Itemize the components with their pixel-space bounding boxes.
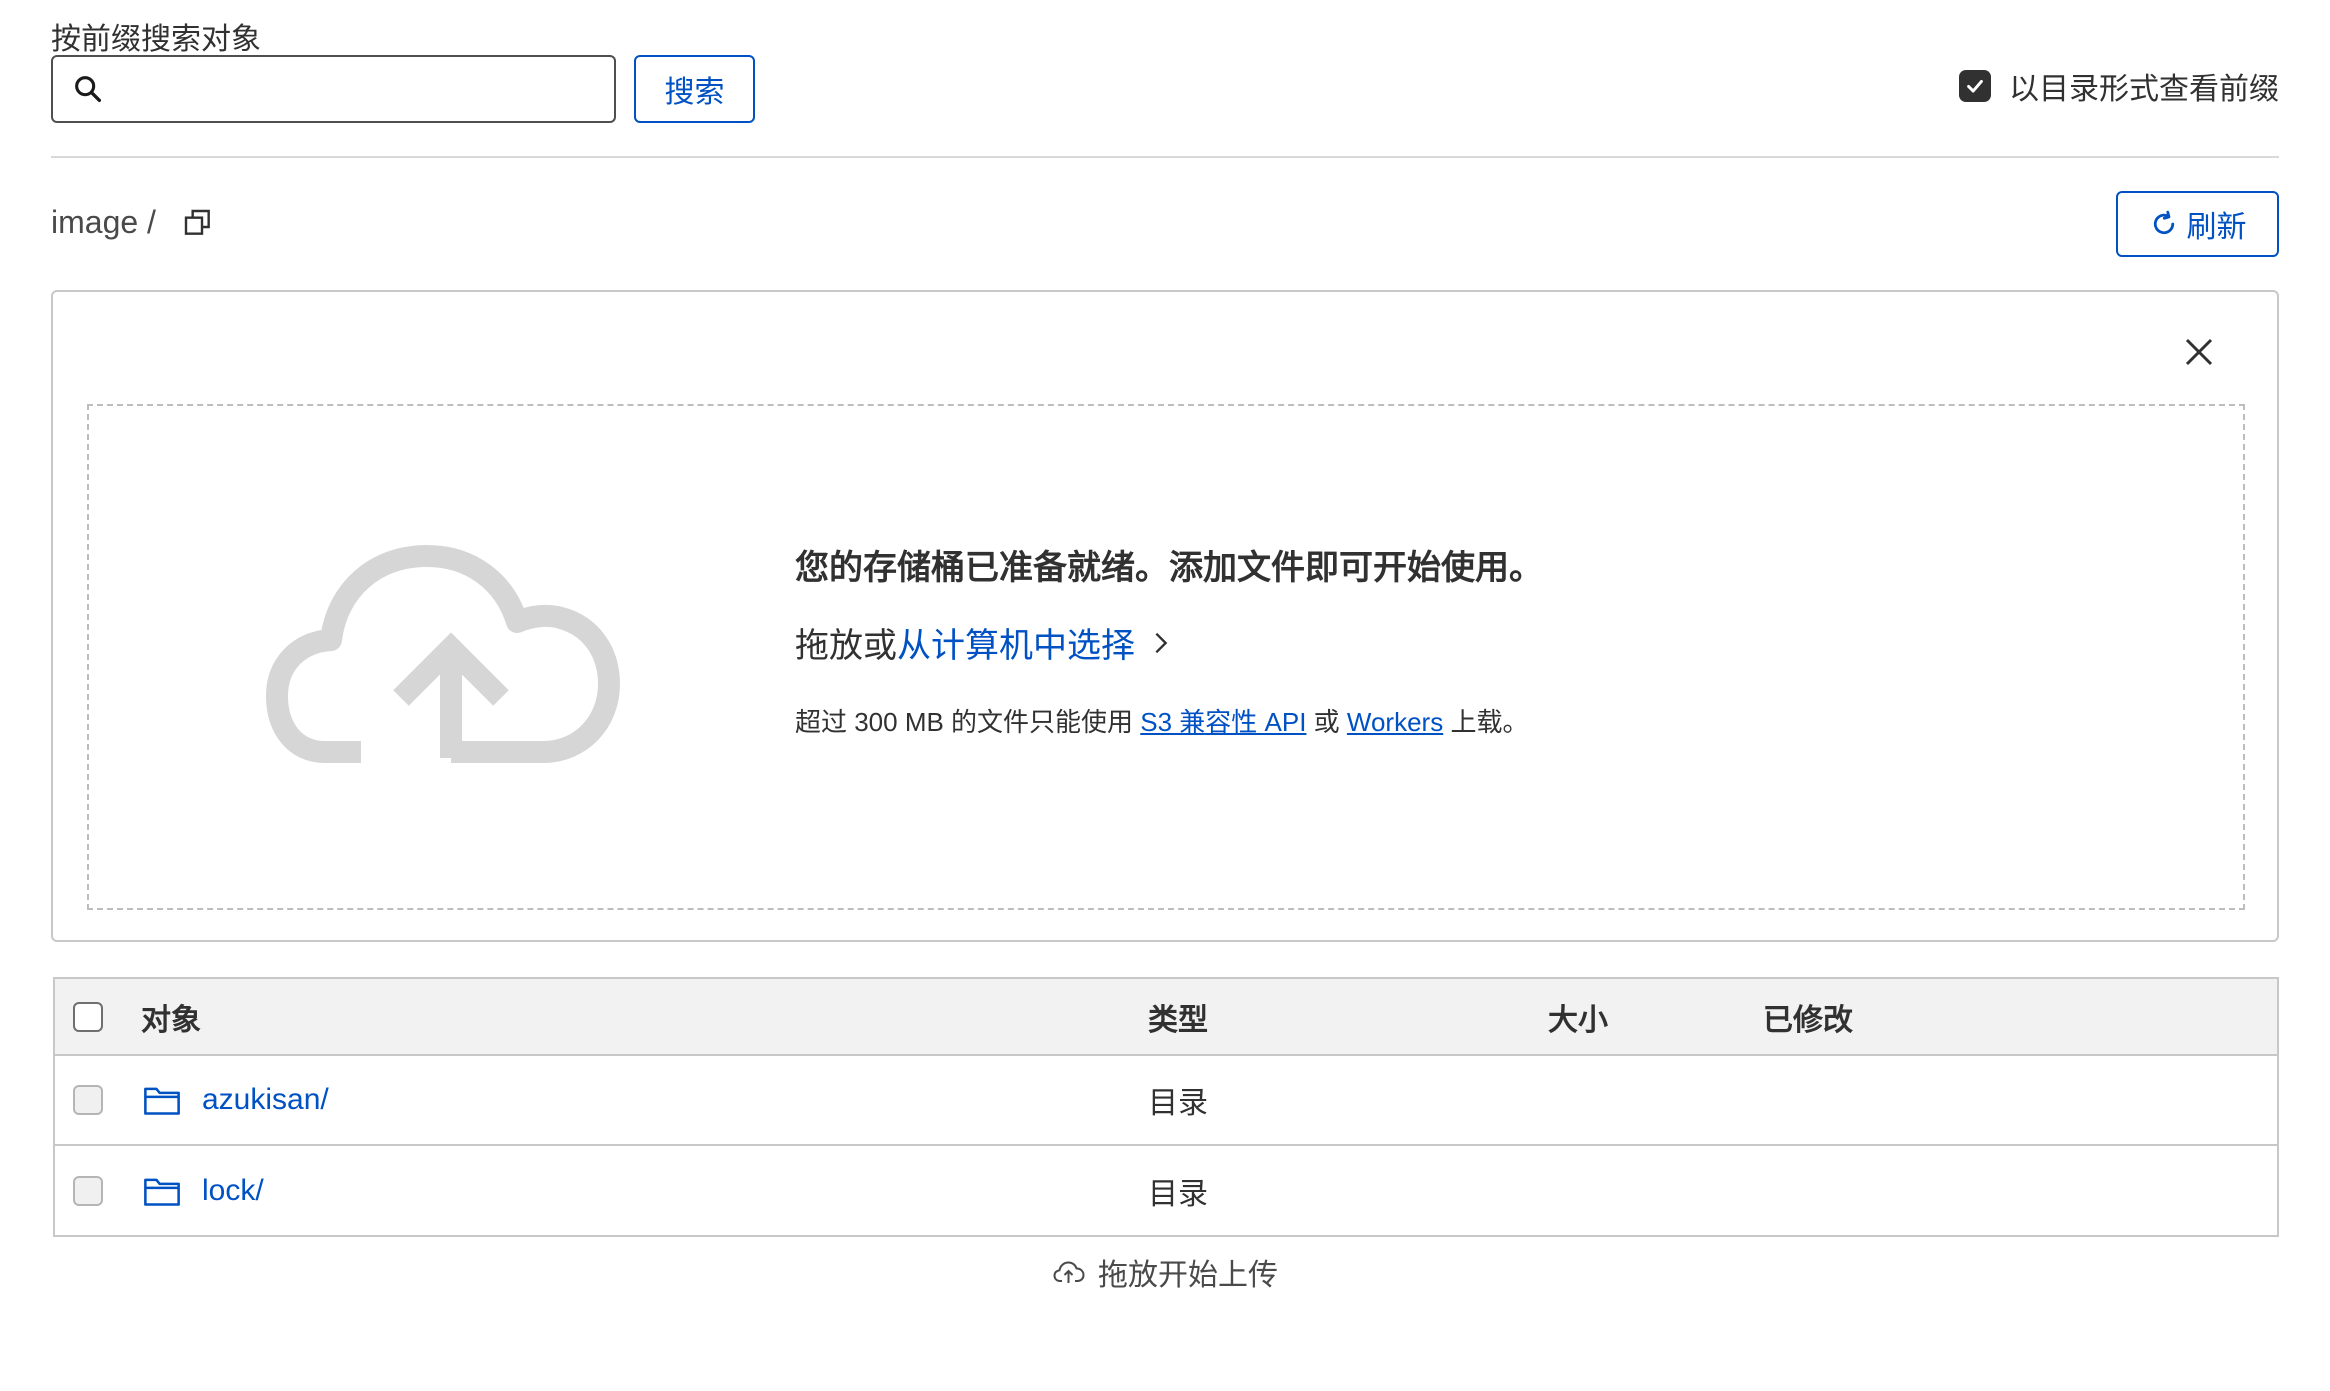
table-row: azukisan/ 目录 xyxy=(55,1056,2277,1146)
object-type: 目录 xyxy=(1148,1178,1208,1211)
table-row: lock/ 目录 xyxy=(55,1146,2277,1236)
header-type[interactable]: 类型 xyxy=(1148,979,1208,1054)
object-name-link[interactable]: azukisan/ xyxy=(202,1056,329,1144)
select-all-checkbox[interactable] xyxy=(73,1001,103,1032)
workers-link[interactable]: Workers xyxy=(1347,707,1443,737)
note-mid: 或 xyxy=(1306,707,1347,737)
divider xyxy=(51,156,2279,158)
note-suffix: 上载。 xyxy=(1443,707,1529,737)
drop-to-upload-hint: 拖放开始上传 xyxy=(0,1250,2330,1294)
folder-icon xyxy=(144,1178,180,1206)
header-size[interactable]: 大小 xyxy=(1548,979,1608,1054)
directory-view-toggle[interactable]: 以目录形式查看前缀 xyxy=(1959,64,2279,108)
directory-view-label: 以目录形式查看前缀 xyxy=(2009,73,2279,106)
refresh-label: 刷新 xyxy=(2186,211,2247,244)
note-prefix: 超过 300 MB 的文件只能使用 xyxy=(795,707,1141,737)
dropzone[interactable]: 您的存储桶已准备就绪。添加文件即可开始使用。 拖放或 从计算机中选择 超过 30… xyxy=(87,404,2245,910)
cloud-upload-icon xyxy=(266,545,620,763)
s3-api-link[interactable]: S3 兼容性 API xyxy=(1140,707,1306,737)
upload-panel: 您的存储桶已准备就绪。添加文件即可开始使用。 拖放或 从计算机中选择 超过 30… xyxy=(51,290,2279,942)
checkbox-checked-icon[interactable] xyxy=(1959,70,1991,102)
object-name-link[interactable]: lock/ xyxy=(202,1146,264,1236)
search-label: 按前缀搜索对象 xyxy=(51,23,261,56)
checkmark-icon xyxy=(1967,79,1983,93)
copy-icon[interactable] xyxy=(182,207,214,239)
cloud-upload-small-icon xyxy=(1053,1261,1085,1283)
table-header: 对象 类型 大小 已修改 xyxy=(55,979,2277,1056)
refresh-icon xyxy=(2153,210,2174,235)
search-input[interactable] xyxy=(113,56,614,122)
search-icon xyxy=(75,76,102,103)
header-modified[interactable]: 已修改 xyxy=(1763,979,1853,1054)
refresh-button[interactable]: 刷新 xyxy=(2116,191,2279,257)
object-type: 目录 xyxy=(1148,1087,1208,1120)
breadcrumb-path: image / xyxy=(51,204,156,240)
select-from-computer-link[interactable]: 从计算机中选择 xyxy=(897,618,1135,667)
search-field[interactable] xyxy=(51,55,616,123)
breadcrumb: image / xyxy=(51,204,214,241)
drag-or-select: 拖放或 从计算机中选择 xyxy=(795,618,1175,667)
upload-size-note: 超过 300 MB 的文件只能使用 S3 兼容性 API 或 Workers 上… xyxy=(795,702,1528,739)
header-object[interactable]: 对象 xyxy=(141,979,201,1054)
close-icon[interactable] xyxy=(2181,334,2217,370)
chevron-right-icon[interactable] xyxy=(1147,629,1175,657)
row-checkbox[interactable] xyxy=(73,1176,103,1206)
objects-table: 对象 类型 大小 已修改 azukisan/ 目录 lock/ 目录 xyxy=(53,977,2279,1237)
drag-prefix: 拖放或 xyxy=(795,627,897,665)
bucket-ready-message: 您的存储桶已准备就绪。添加文件即可开始使用。 xyxy=(795,549,1543,587)
row-checkbox[interactable] xyxy=(73,1085,103,1115)
search-button[interactable]: 搜索 xyxy=(634,55,755,123)
folder-icon xyxy=(144,1087,180,1115)
drop-hint-label: 拖放开始上传 xyxy=(1098,1259,1278,1292)
